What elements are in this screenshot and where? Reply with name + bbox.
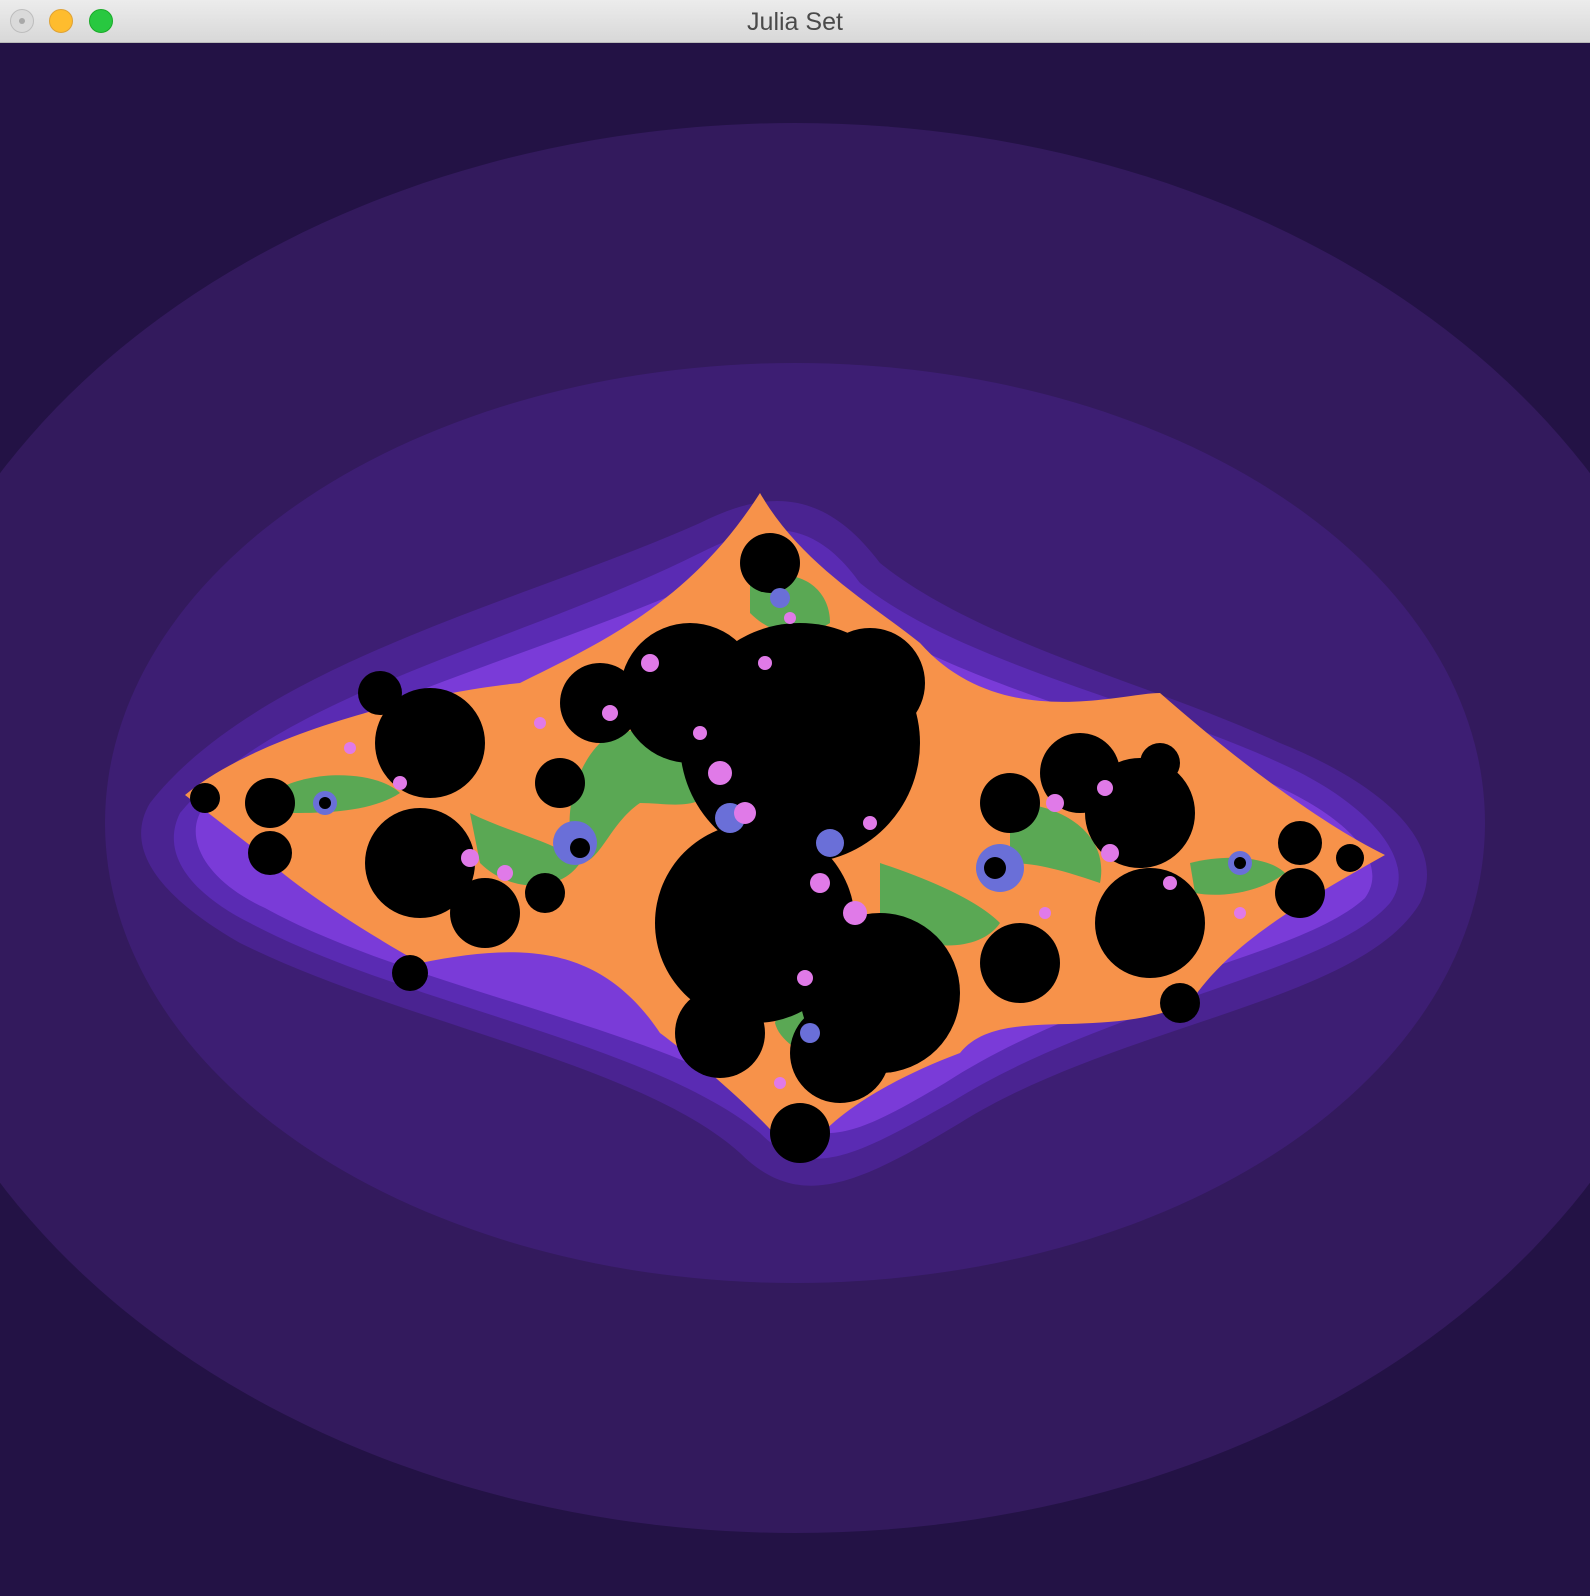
julia-set-render (0, 43, 1590, 1596)
fractal-canvas[interactable] (0, 43, 1590, 1596)
app-window: Julia Set (0, 0, 1590, 1596)
window-title: Julia Set (747, 8, 843, 36)
title-bar[interactable]: Julia Set (0, 0, 1590, 43)
